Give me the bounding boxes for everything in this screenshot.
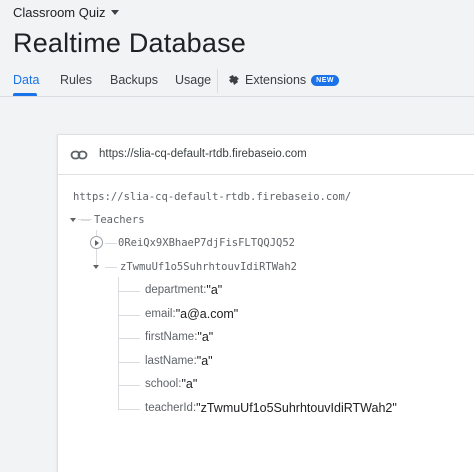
field-key: lastName <box>145 355 194 367</box>
link-icon[interactable] <box>70 147 88 163</box>
tree-connector <box>118 385 140 386</box>
field-key: firstName <box>145 331 195 343</box>
project-name: Classroom Quiz <box>13 4 106 20</box>
tab-extensions[interactable]: Extensions NEW <box>228 73 339 87</box>
tab-usage[interactable]: Usage <box>175 73 211 87</box>
tab-bar: Data Rules Backups Usage Extensions NEW <box>0 66 474 97</box>
console-header: Classroom Quiz Realtime Database Data Ru… <box>0 0 474 97</box>
field-value[interactable]: "a" <box>181 377 197 391</box>
field-row-email[interactable]: email: "a@a.com" <box>145 307 238 321</box>
header-divider <box>0 96 474 97</box>
database-panel: https://slia-cq-default-rtdb.firebaseio.… <box>57 134 474 472</box>
tab-backups[interactable]: Backups <box>110 73 158 87</box>
tree-connector <box>118 291 140 292</box>
collapse-arrow-icon[interactable] <box>70 218 76 222</box>
tree-connector <box>81 219 90 221</box>
field-value[interactable]: "a" <box>206 283 222 297</box>
field-value[interactable]: "a@a.com" <box>176 307 239 321</box>
tree-connector <box>118 338 140 339</box>
field-row-firstname[interactable]: firstName: "a" <box>145 330 213 344</box>
extensions-label: Extensions <box>245 73 307 87</box>
page-title: Realtime Database <box>13 28 247 58</box>
expand-node-icon[interactable] <box>90 236 103 249</box>
tree-connector <box>118 362 140 363</box>
database-url-bar: https://slia-cq-default-rtdb.firebaseio.… <box>58 135 474 175</box>
tree-connector <box>118 315 140 316</box>
tree-connector <box>118 277 119 409</box>
field-row-teacherid[interactable]: teacherId: "zTwmuUf1o5SuhrhtouvIdiRTWah2… <box>145 401 397 415</box>
database-url[interactable]: https://slia-cq-default-rtdb.firebaseio.… <box>99 148 307 160</box>
node-key: 0ReiQx9XBhaeP7djFisFLTQQJQ52 <box>118 236 296 249</box>
field-key: school <box>145 378 179 390</box>
tree-node-teachers[interactable]: Teachers <box>70 214 145 226</box>
field-value[interactable]: "a" <box>197 354 213 368</box>
tab-data[interactable]: Data <box>13 73 39 87</box>
tree-node-child[interactable]: zTwmuUf1o5SuhrhtouvIdiRTWah2 <box>93 261 297 273</box>
new-badge: NEW <box>311 74 339 86</box>
field-value[interactable]: "zTwmuUf1o5SuhrhtouvIdiRTWah2" <box>196 401 397 415</box>
field-key: department <box>145 284 204 296</box>
extensions-icon <box>229 75 239 85</box>
chevron-down-icon <box>111 10 120 15</box>
node-key: Teachers <box>94 214 145 226</box>
field-key: teacherId <box>145 402 193 414</box>
field-value[interactable]: "a" <box>197 330 213 344</box>
project-selector[interactable]: Classroom Quiz <box>13 4 120 20</box>
field-row-department[interactable]: department: "a" <box>145 283 222 297</box>
field-row-school[interactable]: school: "a" <box>145 377 197 391</box>
tab-rules[interactable]: Rules <box>60 73 92 87</box>
node-key: zTwmuUf1o5SuhrhtouvIdiRTWah2 <box>120 261 298 273</box>
tree-node-child[interactable]: 0ReiQx9XBhaeP7djFisFLTQQJQ52 <box>90 236 295 249</box>
tab-divider <box>217 69 218 93</box>
field-key: email <box>145 308 173 320</box>
collapse-arrow-icon[interactable] <box>93 265 99 269</box>
root-reference[interactable]: https://slia-cq-default-rtdb.firebaseio.… <box>73 191 351 203</box>
tree-connector <box>118 409 140 410</box>
field-row-lastname[interactable]: lastName: "a" <box>145 354 213 368</box>
